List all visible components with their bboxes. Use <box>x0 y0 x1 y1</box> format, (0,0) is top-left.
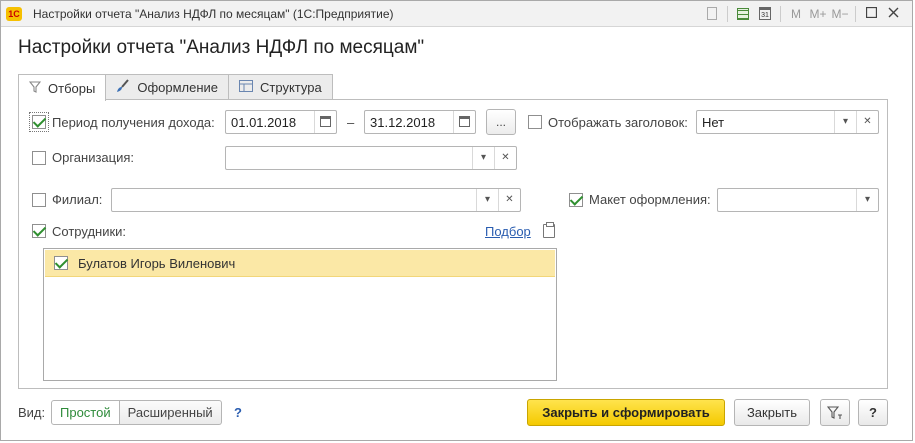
period-select-button[interactable]: ... <box>486 109 516 135</box>
memory-minus-button[interactable]: M− <box>829 5 851 23</box>
structure-icon <box>239 80 254 95</box>
tab-label: Отборы <box>48 80 96 96</box>
branch-checkbox[interactable] <box>32 193 46 207</box>
employee-checkbox[interactable] <box>54 256 68 270</box>
close-icon[interactable] <box>882 5 904 23</box>
chevron-down-icon[interactable]: ▾ <box>476 189 498 211</box>
clear-icon[interactable]: ✕ <box>494 147 516 169</box>
close-and-generate-button[interactable]: Закрыть и сформировать <box>527 399 725 426</box>
window-title: Настройки отчета "Анализ НДФЛ по месяцам… <box>33 7 394 21</box>
help-button[interactable]: ? <box>858 399 888 426</box>
employees-label: Сотрудники: <box>52 224 127 239</box>
list-item[interactable]: Булатов Игорь Виленович <box>45 250 555 277</box>
period-checkbox[interactable] <box>29 112 49 132</box>
title-bar: 1С Настройки отчета "Анализ НДФЛ по меся… <box>1 1 912 27</box>
period-to-field[interactable]: 31.12.2018 <box>364 110 476 134</box>
memory-m-button[interactable]: M <box>785 5 807 23</box>
branch-label: Филиал: <box>52 192 103 207</box>
view-help-link[interactable]: ? <box>234 405 242 420</box>
app-logo-icon: 1С <box>6 7 22 21</box>
filter-icon <box>826 406 843 423</box>
brush-icon <box>116 79 130 96</box>
settings-window: 1С Настройки отчета "Анализ НДФЛ по меся… <box>0 0 913 441</box>
organization-label: Организация: <box>52 150 135 165</box>
period-label: Период получения дохода: <box>52 115 215 130</box>
close-button[interactable]: Закрыть <box>734 399 810 426</box>
employees-list[interactable]: Булатов Игорь Виленович <box>43 248 557 381</box>
calendar-icon[interactable]: 31 <box>759 7 771 20</box>
view-simple-button[interactable]: Простой <box>51 400 120 425</box>
period-from-field[interactable]: 01.01.2018 <box>225 110 337 134</box>
calendar-icon[interactable] <box>453 111 475 133</box>
period-dash: – <box>347 115 355 130</box>
memory-plus-button[interactable]: M+ <box>807 5 829 23</box>
filters-panel: Период получения дохода: 01.01.2018 – 31… <box>18 99 888 389</box>
tab-design[interactable]: Оформление <box>105 74 230 100</box>
clear-icon[interactable]: ✕ <box>498 189 520 211</box>
spreadsheet-icon[interactable] <box>737 8 749 20</box>
organization-field[interactable]: ▾ ✕ <box>225 146 517 170</box>
separator <box>727 6 728 22</box>
page-title: Настройки отчета "Анализ НДФЛ по месяцам… <box>18 37 425 58</box>
calendar-icon[interactable] <box>314 111 336 133</box>
clear-icon[interactable]: ✕ <box>856 111 878 133</box>
filter-icon <box>28 80 42 96</box>
tab-filters[interactable]: Отборы <box>18 74 107 101</box>
period-from-value: 01.01.2018 <box>231 115 297 130</box>
filter-settings-button[interactable] <box>820 399 850 426</box>
show-header-label: Отображать заголовок: <box>548 115 688 130</box>
tab-structure[interactable]: Структура <box>228 74 333 100</box>
period-to-value: 31.12.2018 <box>370 115 436 130</box>
chevron-down-icon[interactable]: ▾ <box>856 189 878 211</box>
organization-checkbox[interactable] <box>32 151 46 165</box>
clipboard-icon[interactable] <box>543 222 555 238</box>
tab-label: Оформление <box>137 80 219 95</box>
document-icon[interactable] <box>707 7 717 20</box>
employees-checkbox[interactable] <box>32 224 46 238</box>
tab-bar: Отборы Оформление Структура <box>18 74 333 101</box>
show-header-select[interactable]: Нет ▾ ✕ <box>696 110 879 134</box>
tab-label: Структура <box>260 80 322 95</box>
titlebar-tools: 31 M M+ M− <box>701 5 904 23</box>
view-switch: Простой Расширенный <box>51 400 222 425</box>
separator <box>780 6 781 22</box>
layout-label: Макет оформления: <box>589 192 711 207</box>
employee-name: Булатов Игорь Виленович <box>78 256 236 271</box>
show-header-checkbox[interactable] <box>528 115 542 129</box>
layout-checkbox[interactable] <box>569 193 583 207</box>
show-header-value: Нет <box>702 115 725 130</box>
layout-select[interactable]: ▾ <box>717 188 879 212</box>
chevron-down-icon[interactable]: ▾ <box>834 111 856 133</box>
branch-field[interactable]: ▾ ✕ <box>111 188 521 212</box>
pick-link[interactable]: Подбор <box>485 224 531 239</box>
chevron-down-icon[interactable]: ▾ <box>472 147 494 169</box>
separator <box>855 6 856 22</box>
view-extended-button[interactable]: Расширенный <box>119 400 222 425</box>
view-label: Вид: <box>18 405 46 420</box>
maximize-icon[interactable] <box>860 5 882 23</box>
